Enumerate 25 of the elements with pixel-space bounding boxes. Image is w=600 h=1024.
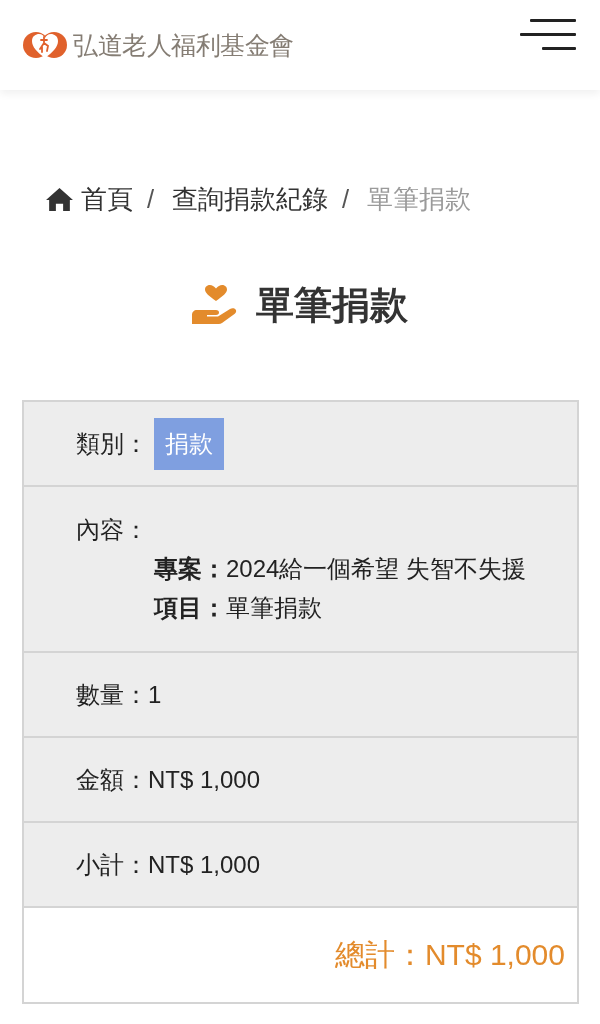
field-value: 1 xyxy=(148,679,162,710)
org-name[interactable]: 弘道老人福利基金會 xyxy=(73,28,294,62)
breadcrumb-separator: / xyxy=(147,184,155,215)
breadcrumb-link[interactable]: 首頁 xyxy=(45,182,133,216)
field-label: 數量： xyxy=(76,679,148,710)
field-value: NT$ 1,000 xyxy=(148,764,261,795)
field-label: 類別： xyxy=(76,428,148,459)
hand-heart-icon xyxy=(192,285,238,325)
breadcrumb-link[interactable]: 查詢捐款紀錄 xyxy=(172,182,329,216)
page-title: 單筆捐款 xyxy=(256,283,408,328)
field-label: 小計： xyxy=(76,849,148,880)
field-value: NT$ 1,000 xyxy=(148,849,261,880)
field-label: 金額： xyxy=(76,764,148,795)
category-badge: 捐款 xyxy=(154,417,224,470)
field-value: 單筆捐款 xyxy=(226,593,322,623)
menu-button[interactable] xyxy=(520,18,576,51)
current-page-label: 單筆捐款 xyxy=(367,184,472,215)
total-value: NT$ 1,000 xyxy=(424,938,565,972)
field-label: 專案： xyxy=(154,554,226,584)
field-label: 項目： xyxy=(154,593,226,623)
breadcrumb-separator: / xyxy=(342,184,350,215)
home-icon xyxy=(45,186,74,212)
field-value: 2024給一個希望 失智不失援 xyxy=(226,554,527,584)
field-label: 內容： xyxy=(76,515,148,545)
total-label: 總計： xyxy=(334,936,425,973)
